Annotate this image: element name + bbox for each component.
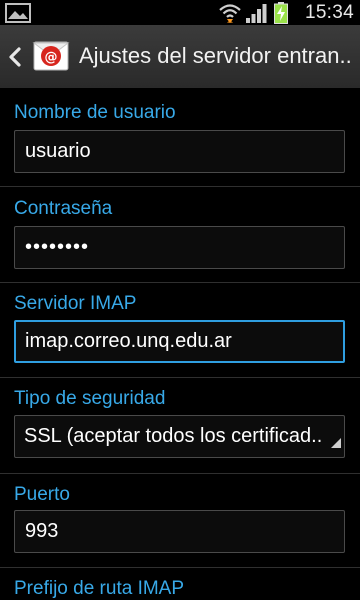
divider <box>0 567 360 568</box>
dropdown-triangle-icon <box>331 431 341 454</box>
password-label: Contraseña <box>14 198 113 219</box>
action-bar: @ Ajustes del servidor entran.. <box>0 25 360 90</box>
divider <box>0 282 360 283</box>
password-field[interactable]: •••••••• <box>14 226 345 269</box>
email-app-icon[interactable]: @ <box>32 38 70 79</box>
port-field[interactable]: 993 <box>14 510 345 553</box>
username-field[interactable]: usuario <box>14 130 345 173</box>
incoming-server-settings-form: Nombre de usuario usuario Contraseña •••… <box>0 90 360 600</box>
divider <box>0 377 360 378</box>
security-type-value: SSL (aceptar todos los certificad.. <box>24 425 323 447</box>
username-label: Nombre de usuario <box>14 102 176 123</box>
divider <box>0 186 360 187</box>
svg-text:@: @ <box>45 50 58 65</box>
status-bar: 15:34 <box>0 0 360 25</box>
security-type-label: Tipo de seguridad <box>14 388 166 409</box>
port-label: Puerto <box>14 484 70 505</box>
imap-path-prefix-label: Prefijo de ruta IMAP <box>14 578 185 599</box>
imap-server-label: Servidor IMAP <box>14 293 137 314</box>
security-type-dropdown[interactable]: SSL (aceptar todos los certificad.. <box>14 415 345 458</box>
chevron-left-icon[interactable] <box>8 47 22 72</box>
status-time: 15:34 <box>304 2 354 23</box>
imap-server-field[interactable]: imap.correo.unq.edu.ar <box>14 320 345 363</box>
screen-title: Ajustes del servidor entran.. <box>79 43 352 68</box>
divider <box>0 473 360 474</box>
